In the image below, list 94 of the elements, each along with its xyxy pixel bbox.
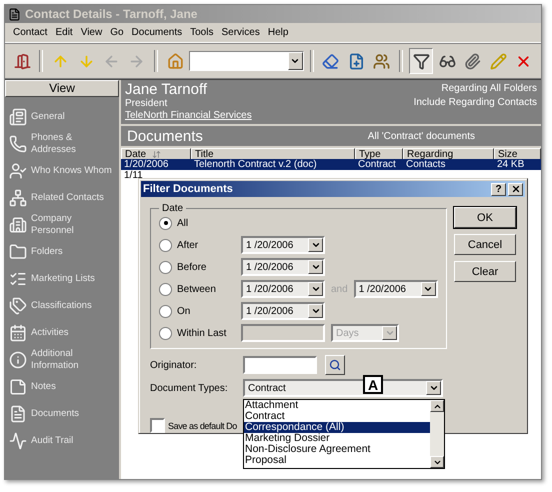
card-icon bbox=[9, 108, 27, 126]
menu-item[interactable]: Services bbox=[221, 27, 260, 38]
app-icon bbox=[8, 8, 21, 20]
radio-button[interactable] bbox=[159, 304, 172, 318]
group-label: Date bbox=[161, 203, 184, 214]
sort-icon bbox=[152, 150, 162, 158]
window-title: Contact Details - Tarnoff, Jane bbox=[25, 7, 198, 21]
table-cell-text: Contacts bbox=[405, 159, 446, 170]
column-header[interactable]: Date bbox=[121, 148, 191, 160]
field-label: Document Types: bbox=[150, 382, 229, 394]
paperclip-icon bbox=[464, 52, 482, 70]
date-combo[interactable]: 1 /20/2006 bbox=[241, 258, 325, 276]
section-title: Documents bbox=[127, 128, 203, 144]
table-row[interactable]: 1/20/2006 Telenorth Contract v.2 (doc) Contract Contacts 24 KB bbox=[121, 159, 541, 170]
date-combo[interactable]: 1 /20/2006 bbox=[241, 280, 325, 298]
radio-label: Within Last bbox=[177, 328, 226, 338]
table-cell-text: 24 KB bbox=[496, 159, 526, 170]
table-row[interactable]: 1/11 bbox=[121, 170, 541, 181]
document-icon bbox=[9, 404, 27, 422]
people-icon bbox=[9, 162, 27, 180]
date-combo[interactable]: 1 /20/2006 bbox=[241, 302, 325, 320]
sidebar-header: View bbox=[5, 80, 119, 97]
folder-icon bbox=[9, 242, 27, 260]
door-icon bbox=[14, 52, 31, 70]
list-option[interactable]: Proposal bbox=[244, 455, 430, 466]
column-header[interactable]: Title bbox=[191, 148, 355, 160]
glasses-icon bbox=[438, 52, 456, 70]
radio-button[interactable] bbox=[159, 216, 172, 230]
radio-label: Before bbox=[177, 262, 206, 272]
column-header[interactable]: Regarding bbox=[403, 148, 494, 160]
toolbar-button[interactable] bbox=[408, 48, 434, 74]
dialog-button[interactable]: Clear bbox=[454, 261, 516, 282]
filter-summary: All 'Contract' documents bbox=[368, 130, 475, 142]
phone-icon bbox=[9, 134, 27, 152]
close-button[interactable] bbox=[508, 182, 523, 196]
close-icon bbox=[510, 184, 520, 194]
menu-item[interactable]: Contact bbox=[13, 27, 48, 38]
scrollbar[interactable] bbox=[430, 400, 444, 468]
dialog-button[interactable]: Cancel bbox=[454, 234, 516, 255]
radio-label: Between bbox=[177, 284, 216, 294]
list-option[interactable]: Attachment bbox=[244, 400, 430, 411]
table-cell-text: Contract bbox=[357, 159, 397, 170]
new-document-icon bbox=[348, 52, 365, 70]
menu-item[interactable]: Help bbox=[268, 27, 288, 38]
checkbox-label: Save as default Do bbox=[168, 420, 237, 430]
list-option[interactable]: Contract bbox=[244, 411, 430, 422]
radio-label: All bbox=[177, 218, 188, 228]
callout-label: A bbox=[363, 375, 383, 394]
originator-field[interactable] bbox=[243, 356, 317, 374]
list-option[interactable]: Correspondance (All) bbox=[244, 422, 430, 433]
field-label: Originator: bbox=[150, 360, 198, 370]
note-icon bbox=[9, 378, 27, 396]
dialog-button[interactable]: OK bbox=[454, 207, 516, 228]
info-icon bbox=[9, 350, 27, 368]
column-header[interactable]: Type bbox=[355, 148, 403, 160]
pencil-icon bbox=[490, 52, 507, 70]
dialog-title: Filter Documents bbox=[143, 183, 233, 195]
radio-button[interactable] bbox=[159, 282, 172, 296]
help-button[interactable]: ? bbox=[491, 182, 506, 196]
date-combo[interactable]: 1 /20/2006 bbox=[354, 280, 438, 298]
toolbar-combo[interactable] bbox=[189, 51, 304, 71]
checkbox[interactable] bbox=[150, 418, 165, 433]
job-title: President bbox=[125, 98, 168, 110]
calendar-icon bbox=[9, 324, 27, 342]
menu-item[interactable]: Tools bbox=[190, 27, 214, 38]
table-cell-text: Telenorth Contract v.2 (doc) bbox=[193, 159, 318, 170]
scope-note: Include Regarding Contacts bbox=[414, 97, 537, 109]
menu-item[interactable]: Documents bbox=[132, 27, 182, 38]
network-icon bbox=[9, 188, 27, 206]
column-header[interactable]: Size bbox=[494, 148, 541, 160]
people-icon bbox=[373, 52, 390, 70]
radio-label: On bbox=[177, 306, 190, 316]
tags-icon bbox=[9, 296, 27, 314]
company-link[interactable]: TeleNorth Financial Services bbox=[125, 110, 252, 122]
trail-icon bbox=[9, 432, 27, 450]
radio-button[interactable] bbox=[159, 238, 172, 252]
search-button[interactable] bbox=[325, 355, 345, 375]
eraser-icon bbox=[322, 52, 340, 70]
list-option[interactable]: Marketing Dossier bbox=[244, 433, 430, 444]
radio-button[interactable] bbox=[159, 260, 172, 274]
menu-item[interactable]: Go bbox=[110, 27, 124, 38]
menu-item[interactable]: Edit bbox=[55, 27, 73, 38]
filter-icon bbox=[412, 52, 430, 70]
menu-item[interactable]: View bbox=[80, 27, 102, 38]
list-option[interactable]: Non-Disclosure Agreement bbox=[244, 444, 430, 455]
scope-note: Regarding All Folders bbox=[441, 83, 537, 95]
search-icon bbox=[329, 359, 341, 371]
building-icon bbox=[9, 216, 27, 234]
contact-name: Jane Tarnoff bbox=[125, 81, 208, 98]
table-cell-text: 1/11 bbox=[123, 170, 144, 181]
home-icon bbox=[166, 52, 184, 70]
radio-label: After bbox=[177, 240, 198, 250]
table-cell-text: 1/20/2006 bbox=[123, 159, 170, 170]
date-combo[interactable]: 1 /20/2006 bbox=[241, 236, 325, 254]
